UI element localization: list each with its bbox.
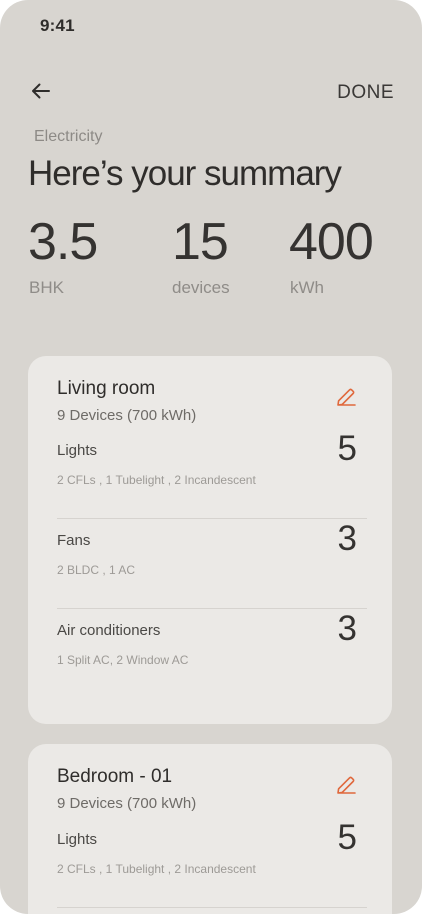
device-detail: 2 BLDC , 1 AC: [57, 563, 136, 577]
device-name: Lights: [57, 831, 98, 848]
list-item[interactable]: Lights 5 2 CFLs , 1 Tubelight , 2 Incand…: [57, 428, 367, 519]
stat-bhk-label: BHK: [29, 278, 64, 297]
list-item[interactable]: Fans 3 2 BLDC , 1 AC: [57, 518, 367, 609]
device-count: 5: [337, 818, 357, 857]
page-title: Here’s your summary: [28, 154, 342, 193]
phone-screen: 9:41 DONE Electricity Here’s your summar…: [0, 0, 422, 914]
category-label: Electricity: [34, 128, 103, 145]
list-item[interactable]: Lights 5 2 CFLs , 1 Tubelight , 2 Incand…: [57, 817, 367, 908]
done-button[interactable]: DONE: [337, 82, 394, 104]
device-count: 3: [337, 519, 357, 558]
pencil-icon: [337, 776, 356, 794]
device-detail: 2 CFLs , 1 Tubelight , 2 Incandescent: [57, 473, 256, 487]
device-count: 5: [337, 429, 357, 468]
device-detail: 1 Split AC, 2 Window AC: [57, 653, 189, 667]
arrow-left-icon: [32, 83, 50, 99]
stat-kwh-label: kWh: [290, 278, 324, 297]
stat-bhk-value: 3.5: [28, 213, 98, 271]
stat-devices-value: 15: [172, 213, 229, 271]
list-item[interactable]: Air conditioners 3 1 Split AC, 2 Window …: [57, 608, 367, 698]
device-name: Lights: [57, 442, 98, 459]
stat-devices-label: devices: [172, 278, 230, 297]
device-name: Air conditioners: [57, 622, 161, 639]
back-button[interactable]: [28, 78, 54, 104]
status-time: 9:41: [40, 16, 75, 35]
room-summary: 9 Devices (700 kWh): [57, 407, 197, 424]
room-title: Bedroom - 01: [57, 766, 173, 787]
room-title: Living room: [57, 378, 156, 399]
stat-kwh-value: 400: [289, 213, 374, 271]
device-detail: 2 CFLs , 1 Tubelight , 2 Incandescent: [57, 862, 256, 876]
edit-room-button[interactable]: [335, 774, 357, 796]
pencil-icon: [337, 388, 356, 406]
device-count: 3: [337, 609, 357, 648]
room-card-bedroom-01[interactable]: Bedroom - 01 9 Devices (700 kWh) Lights …: [28, 744, 392, 914]
device-name: Fans: [57, 532, 91, 549]
edit-room-button[interactable]: [335, 386, 357, 408]
room-card-living-room[interactable]: Living room 9 Devices (700 kWh) Lights 5…: [28, 356, 392, 724]
room-summary: 9 Devices (700 kWh): [57, 795, 197, 812]
